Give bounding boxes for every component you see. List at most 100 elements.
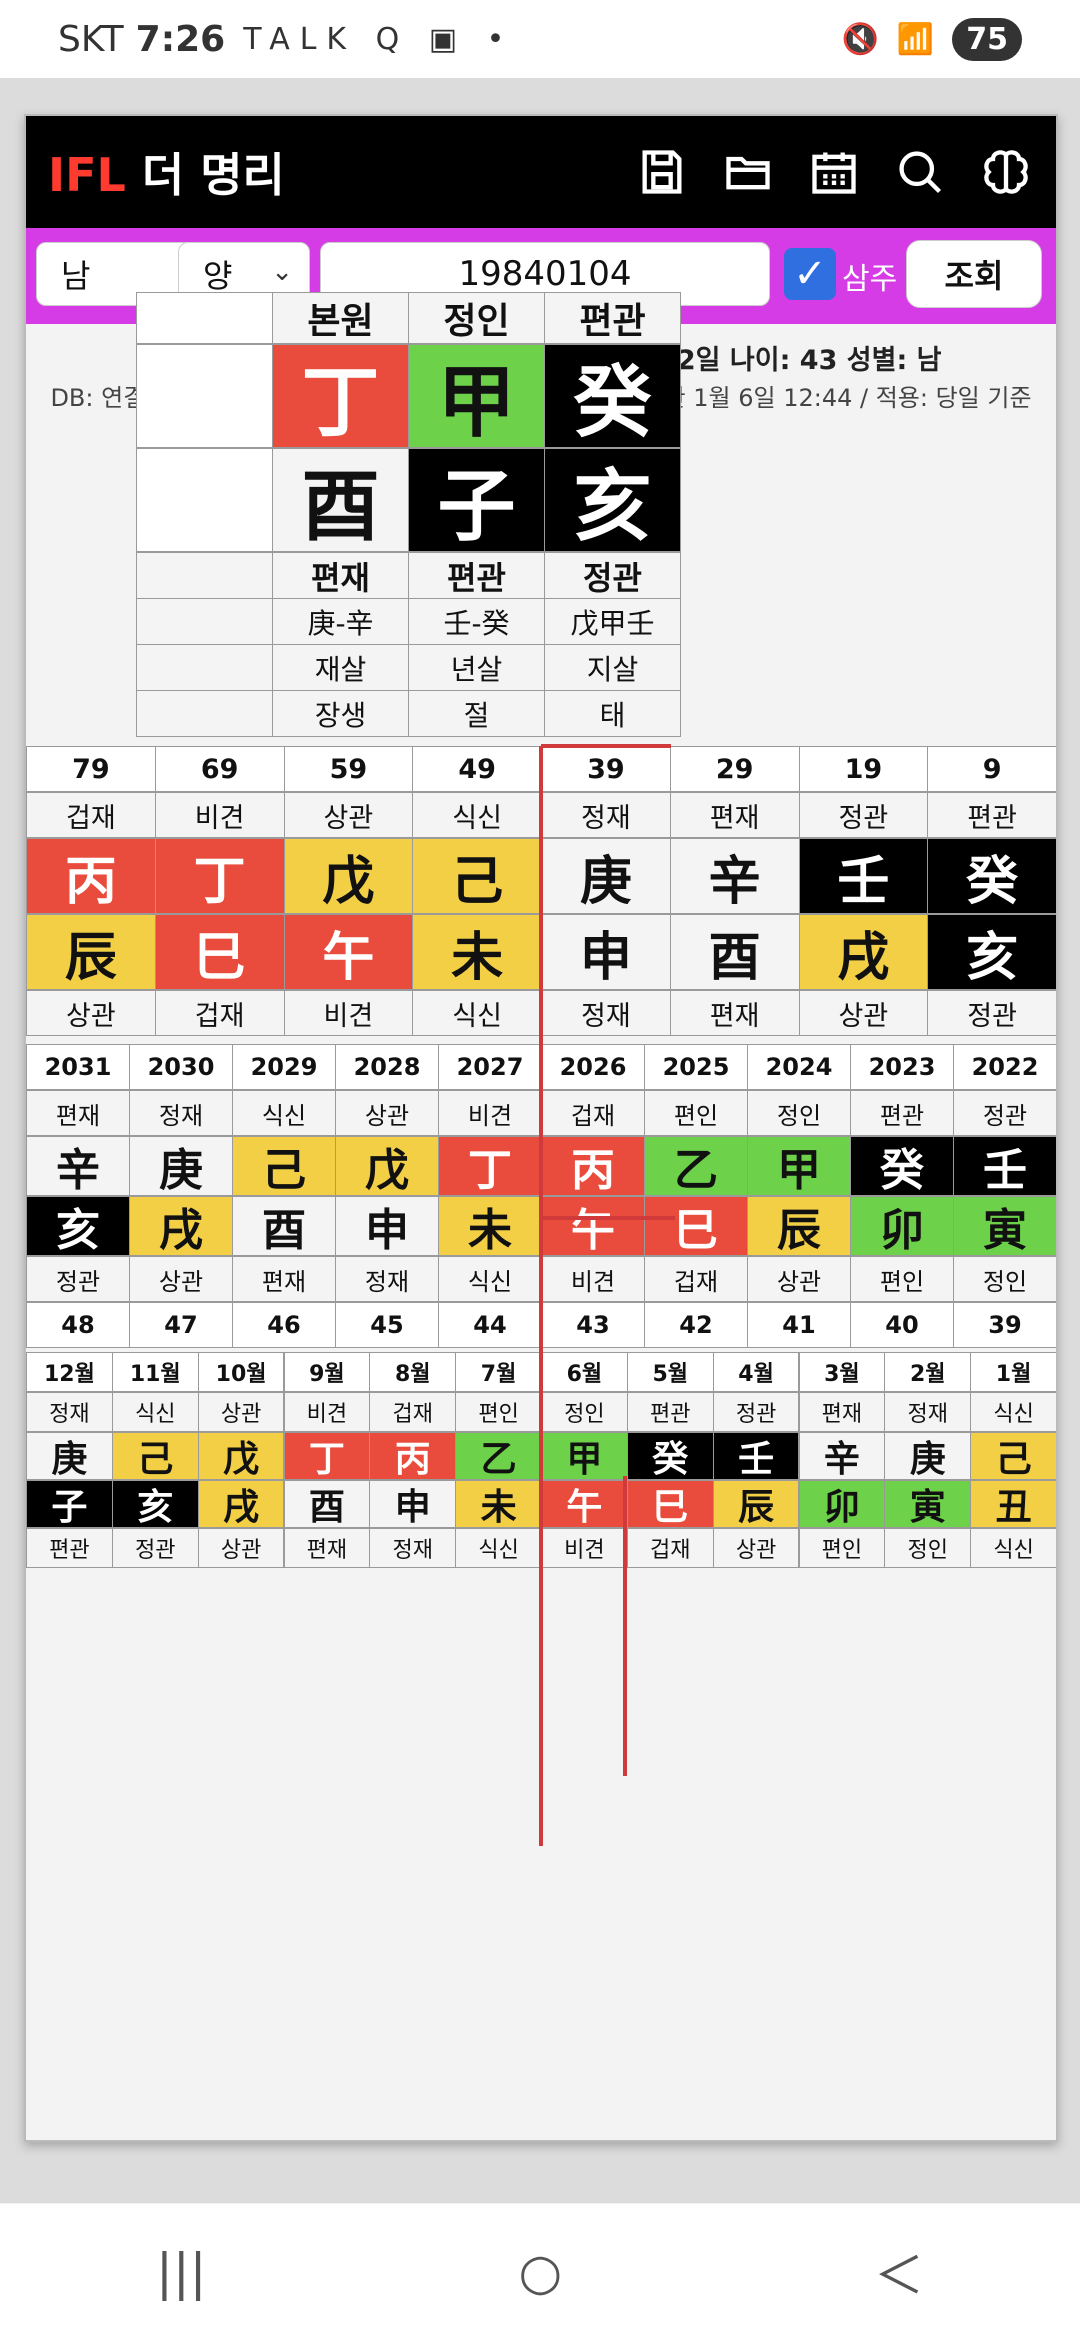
current-month-marker xyxy=(622,1476,627,1776)
month-label: 7월 xyxy=(455,1352,542,1392)
year-age: 48 xyxy=(26,1302,130,1348)
year-branch: 辰 xyxy=(747,1196,851,1256)
year-top-label: 식신 xyxy=(232,1090,336,1136)
month-bottom-label: 정관 xyxy=(111,1528,199,1568)
year-bottom-label: 상관 xyxy=(129,1256,233,1302)
year-top-label: 비견 xyxy=(438,1090,542,1136)
month-bottom-label: 식신 xyxy=(455,1528,542,1568)
year-bottom-label: 편인 xyxy=(850,1256,954,1302)
month-label: 10월 xyxy=(197,1352,285,1392)
month-top-label: 편인 xyxy=(455,1392,542,1432)
pillar-stem: 丁 xyxy=(272,344,409,448)
year-stem: 辛 xyxy=(26,1136,130,1196)
pillar-row-label xyxy=(136,552,273,599)
carrier-label: SKT xyxy=(58,18,124,60)
daeun-stem: 丁 xyxy=(154,838,285,914)
app-header: IFL 더 명리 xyxy=(26,116,1056,228)
back-button[interactable]: ＜ xyxy=(874,2236,924,2308)
samju-label: 삼주 xyxy=(842,262,898,297)
daeun-stem: 丙 xyxy=(26,838,156,914)
month-stem: 甲 xyxy=(541,1432,628,1480)
pillar-row-value: 편관 xyxy=(408,552,545,599)
status-bar: SKT 7:26 TALK Q ▣ • 🔇 📶 75 xyxy=(0,0,1080,78)
year-age: 44 xyxy=(438,1302,542,1348)
pillar-stem: 癸 xyxy=(544,344,681,448)
pillar-header: 정인 xyxy=(408,292,545,344)
gender-value: 남 xyxy=(61,257,91,295)
brain-icon[interactable] xyxy=(976,142,1036,202)
samju-checkbox[interactable]: ✓ xyxy=(784,248,836,300)
calendar-icon[interactable] xyxy=(804,142,864,202)
pillar-branch-empty xyxy=(136,448,273,552)
year-top-label: 편관 xyxy=(850,1090,954,1136)
year-label: 2029 xyxy=(232,1044,336,1090)
search-icon[interactable] xyxy=(890,142,950,202)
year-branch: 申 xyxy=(335,1196,439,1256)
month-bottom-label: 정재 xyxy=(369,1528,457,1568)
pillar-row-value: 庚-辛 xyxy=(272,598,409,645)
year-branch: 巳 xyxy=(644,1196,748,1256)
folder-icon[interactable] xyxy=(718,142,778,202)
pillar-row-label xyxy=(136,690,273,737)
month-top-label: 겁재 xyxy=(369,1392,457,1432)
month-bottom-label: 식신 xyxy=(970,1528,1056,1568)
month-label: 2월 xyxy=(884,1352,972,1392)
pillar-branch: 酉 xyxy=(272,448,409,552)
search-button[interactable]: 조회 xyxy=(906,240,1042,308)
month-bottom-label: 상관 xyxy=(197,1528,285,1568)
year-age: 40 xyxy=(850,1302,954,1348)
month-label: 12월 xyxy=(26,1352,113,1392)
month-label: 8월 xyxy=(369,1352,457,1392)
month-branch: 丑 xyxy=(970,1480,1056,1528)
daeun-bottom-label: 정재 xyxy=(541,990,671,1036)
month-top-label: 정재 xyxy=(884,1392,972,1432)
year-bottom-label: 상관 xyxy=(747,1256,851,1302)
daeun-branch: 酉 xyxy=(669,914,800,990)
app-logo: IFL 더 명리 xyxy=(48,139,285,205)
year-stem: 庚 xyxy=(129,1136,233,1196)
month-label: 3월 xyxy=(798,1352,886,1392)
month-bottom-label: 정인 xyxy=(884,1528,972,1568)
month-top-label: 상관 xyxy=(197,1392,285,1432)
pillar-row-value: 재살 xyxy=(272,644,409,691)
pillar-header: 본원 xyxy=(272,292,409,344)
year-label: 2026 xyxy=(541,1044,645,1090)
month-stem: 壬 xyxy=(712,1432,800,1480)
year-label: 2030 xyxy=(129,1044,233,1090)
year-branch: 戌 xyxy=(129,1196,233,1256)
pillar-row-label xyxy=(136,598,273,645)
daeun-stem: 癸 xyxy=(927,838,1056,914)
month-stem: 庚 xyxy=(884,1432,972,1480)
year-age: 47 xyxy=(129,1302,233,1348)
year-branch: 寅 xyxy=(953,1196,1056,1256)
month-stem: 乙 xyxy=(455,1432,542,1480)
pillar-branch: 子 xyxy=(408,448,545,552)
year-age: 46 xyxy=(232,1302,336,1348)
year-stem: 戊 xyxy=(335,1136,439,1196)
home-button[interactable]: ○ xyxy=(518,2243,562,2301)
yinyang-value: 양 xyxy=(203,257,233,295)
month-stem: 丁 xyxy=(283,1432,371,1480)
year-label: 2028 xyxy=(335,1044,439,1090)
month-label: 6월 xyxy=(541,1352,628,1392)
year-top-label: 정인 xyxy=(747,1090,851,1136)
chevron-down-icon: ⌄ xyxy=(271,257,293,287)
month-stem: 癸 xyxy=(626,1432,714,1480)
save-icon[interactable] xyxy=(632,142,692,202)
app-window: IFL 더 명리 남⌄ 양⌄ 19840104 ✓ 삼주 조회 양력: 1984… xyxy=(24,114,1058,2142)
year-stem: 甲 xyxy=(747,1136,851,1196)
pillar-row-value: 장생 xyxy=(272,690,409,737)
daeun-top-label: 식신 xyxy=(412,792,542,838)
year-age: 42 xyxy=(644,1302,748,1348)
daeun-top-label: 정재 xyxy=(541,792,671,838)
current-daeun-marker-top xyxy=(541,744,671,748)
month-bottom-label: 비견 xyxy=(541,1528,628,1568)
month-branch: 午 xyxy=(541,1480,628,1528)
logo-title: 더 명리 xyxy=(125,148,285,202)
recent-apps-button[interactable]: ||| xyxy=(156,2243,207,2301)
daeun-branch: 未 xyxy=(412,914,542,990)
month-top-label: 식신 xyxy=(111,1392,199,1432)
year-label: 2031 xyxy=(26,1044,130,1090)
year-top-label: 상관 xyxy=(335,1090,439,1136)
year-bottom-label: 정재 xyxy=(335,1256,439,1302)
